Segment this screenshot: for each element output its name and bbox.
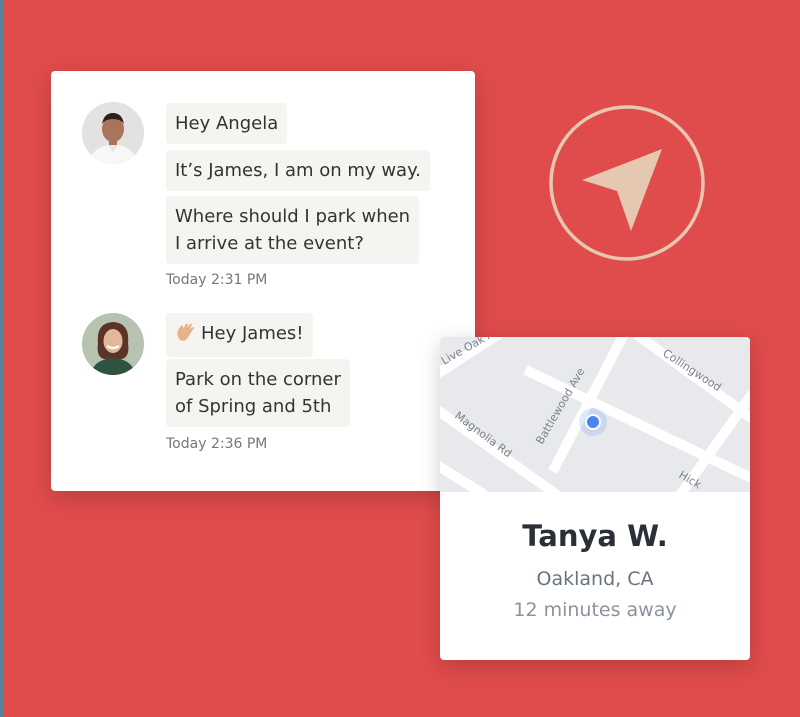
message-bubble: Park on the corner of Spring and 5th [166,359,350,427]
message-line: Where should I park when [175,206,411,227]
person-location: Oakland, CA [536,568,654,590]
message-line: I arrive at the event? [175,233,364,254]
chat-card: Hey Angela It’s James, I am on my way. W… [51,71,475,491]
left-edge-strip [0,0,3,717]
message-line: of Spring and 5th [175,396,332,417]
map-view[interactable]: Live Oak Av Collingwood Battlewood Ave M… [440,337,750,509]
waving-hand-icon [175,322,197,350]
navigation-arrow-icon[interactable] [549,105,705,261]
avatar-angela [82,313,144,375]
message-timestamp: Today 2:31 PM [166,272,268,288]
message-bubble: Hey James! [166,313,313,357]
message-timestamp: Today 2:36 PM [166,436,268,452]
message-bubble: Hey Angela [166,103,288,144]
message-bubble: It’s James, I am on my way. [166,150,430,191]
message-bubble: Where should I park when I arrive at the… [166,196,420,264]
avatar-james [82,102,144,164]
person-name: Tanya W. [522,519,668,553]
location-card[interactable]: Live Oak Av Collingwood Battlewood Ave M… [440,337,750,660]
current-location-dot [585,414,601,430]
eta-text: 12 minutes away [513,599,677,621]
message-line: Park on the corner [175,369,341,390]
